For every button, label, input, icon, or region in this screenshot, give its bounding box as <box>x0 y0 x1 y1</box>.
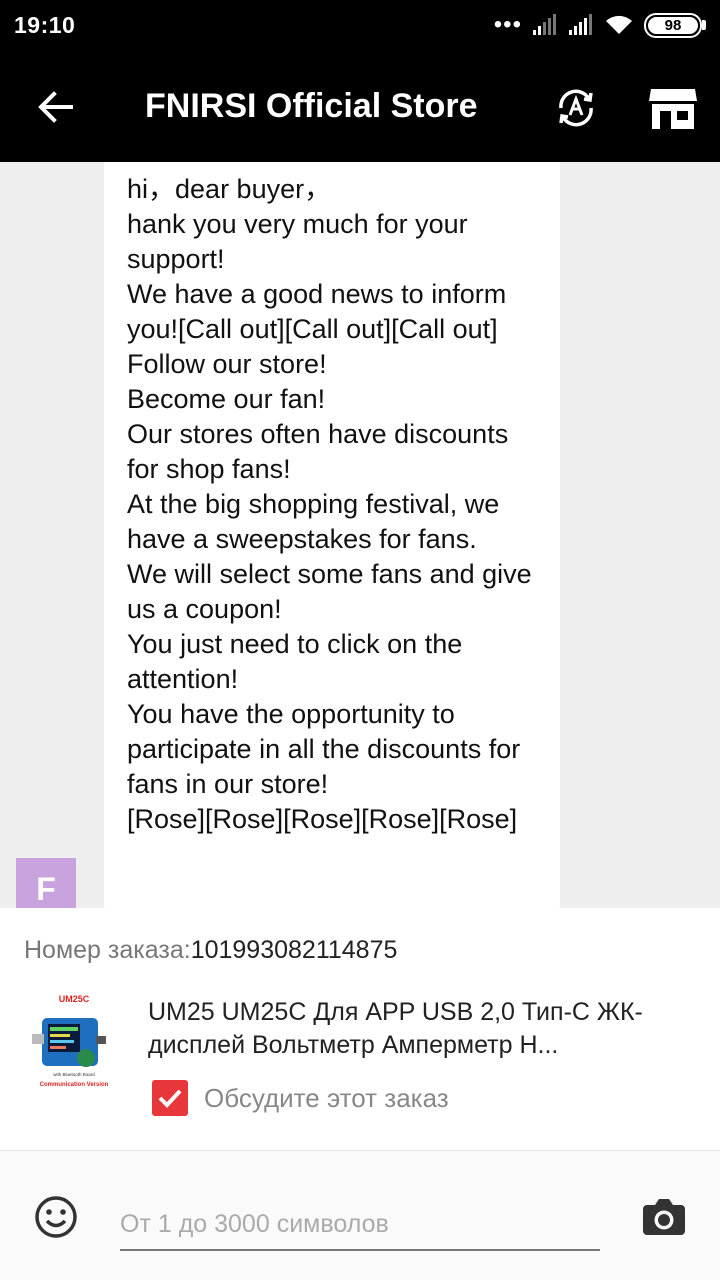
discuss-label: Обсудите этот заказ <box>204 1082 449 1113</box>
back-button[interactable] <box>30 82 80 132</box>
product-title[interactable]: UM25 UM25C Для APP USB 2,0 Тип-С ЖК-дисп… <box>148 996 698 1062</box>
avatar[interactable]: F <box>16 858 76 908</box>
app-header: FNIRSI Official Store <box>0 52 720 162</box>
status-bar: 19:10 ••• 98 <box>0 0 720 52</box>
chat-area[interactable]: hi，dear buyer， hank you very much for yo… <box>0 162 720 908</box>
battery-level: 98 <box>648 16 698 34</box>
order-number-label: Номер заказа: <box>24 936 191 964</box>
store-button[interactable] <box>644 80 702 136</box>
message-bubble: hi，dear buyer， hank you very much for yo… <box>104 162 560 908</box>
order-panel: Номер заказа:101993082114875 UM25C with … <box>0 908 720 1150</box>
checkmark-icon <box>158 1089 182 1108</box>
thumb-sub: with Bluetooth Board <box>53 1072 95 1077</box>
emoji-button[interactable] <box>34 1195 78 1239</box>
camera-button[interactable] <box>640 1195 688 1239</box>
message-text: hi，dear buyer， hank you very much for yo… <box>127 174 532 834</box>
order-number-value: 101993082114875 <box>190 936 398 964</box>
thumb-caption: Communication Version <box>40 1082 109 1088</box>
page-title: FNIRSI Official Store <box>145 87 478 125</box>
product-thumbnail[interactable]: UM25C with Bluetooth Board Communication… <box>24 990 124 1090</box>
camera-icon <box>643 1199 685 1235</box>
back-arrow-icon <box>38 91 73 123</box>
discuss-order-toggle[interactable]: Обсудите этот заказ <box>152 1080 449 1116</box>
status-time: 19:10 <box>14 12 76 38</box>
thumb-brand: UM25C <box>59 994 90 1004</box>
notification-dots-icon: ••• <box>493 11 522 38</box>
discuss-checkbox[interactable] <box>152 1080 188 1116</box>
store-icon <box>649 89 697 129</box>
battery-indicator: 98 <box>644 12 706 38</box>
product-image: UM25C with Bluetooth Board Communication… <box>32 994 109 1088</box>
order-number: Номер заказа:101993082114875 <box>24 936 397 965</box>
signal-icon <box>533 14 556 35</box>
status-icons: ••• 98 <box>494 10 706 40</box>
translate-icon <box>559 89 593 127</box>
input-bar <box>0 1150 720 1280</box>
emoji-icon <box>35 1196 77 1238</box>
wifi-icon <box>606 15 632 34</box>
signal-icon <box>569 14 592 35</box>
app-screen: 19:10 ••• 98 FNIRSI Official Store hi，de… <box>0 0 720 1280</box>
message-input[interactable] <box>120 1199 600 1251</box>
translate-button[interactable] <box>548 80 604 136</box>
